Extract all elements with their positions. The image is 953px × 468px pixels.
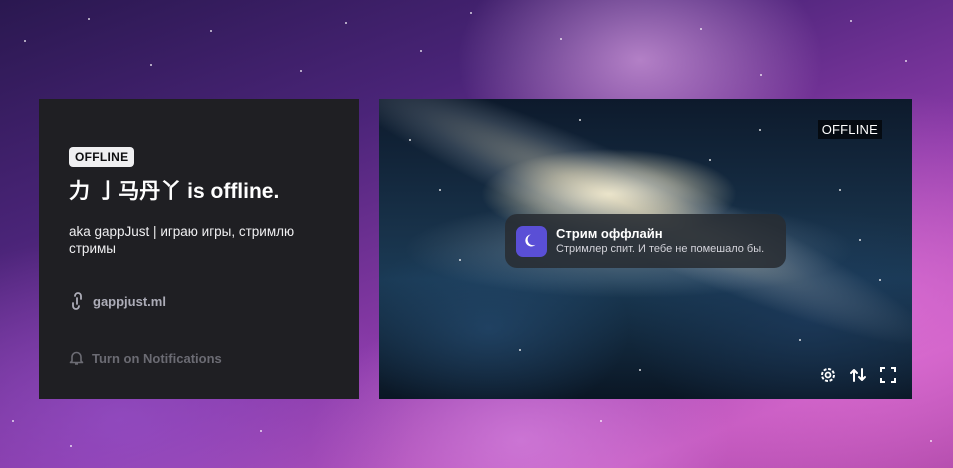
channel-offline-title: 力 亅马丹丫 is offline. xyxy=(69,175,349,205)
swap-stream-button[interactable] xyxy=(848,365,868,385)
channel-link[interactable]: gappjust.ml xyxy=(69,292,166,310)
fullscreen-button[interactable] xyxy=(878,365,898,385)
channel-info-panel: OFFLINE 力 亅马丹丫 is offline. aka gappJust … xyxy=(39,99,359,399)
channel-bio: aka gappJust | играю игры, стримлю стрим… xyxy=(69,224,295,256)
link-icon xyxy=(69,292,85,310)
gear-icon xyxy=(821,368,835,382)
bell-icon xyxy=(69,350,84,366)
notifications-label: Turn on Notifications xyxy=(92,350,222,366)
video-player[interactable]: OFFLINE Стрим оффлайн Стримлер спит. И т… xyxy=(379,99,912,399)
offline-toast: Стрим оффлайн Стримлер спит. И тебе не п… xyxy=(505,214,786,268)
settings-button[interactable] xyxy=(818,365,838,385)
channel-name: 力 亅马丹丫 xyxy=(69,179,182,203)
offline-suffix: is offline. xyxy=(181,180,280,203)
swap-icon xyxy=(850,368,866,382)
moon-icon xyxy=(516,225,547,257)
notifications-button[interactable]: Turn on Notifications xyxy=(69,350,222,366)
player-controls xyxy=(818,365,898,385)
fullscreen-icon xyxy=(880,367,896,383)
toast-text: Стрим оффлайн Стримлер спит. И тебе не п… xyxy=(556,226,764,256)
toast-subtitle: Стримлер спит. И тебе не помешало бы. xyxy=(556,243,765,255)
status-badge: OFFLINE xyxy=(69,147,135,167)
channel-link-text: gappjust.ml xyxy=(93,293,166,309)
toast-title: Стрим оффлайн xyxy=(556,226,663,241)
offline-tag: OFFLINE xyxy=(817,120,882,139)
